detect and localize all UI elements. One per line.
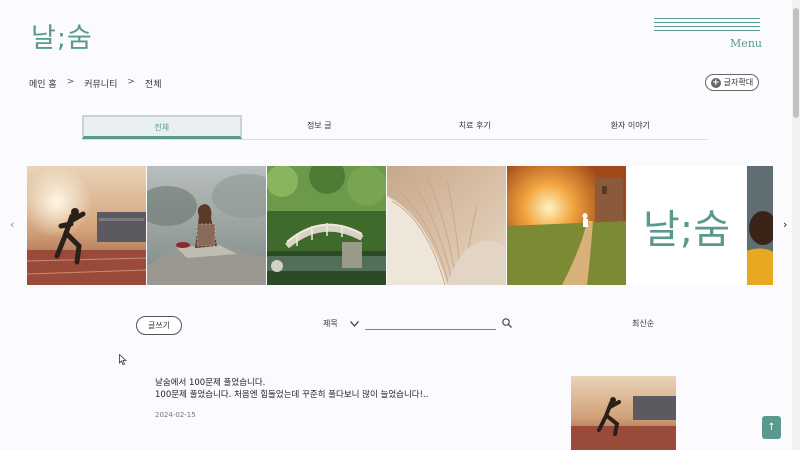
search-field-label: 제목 xyxy=(323,319,338,328)
category-tabs: 전체 정보 글 치료 후기 환자 이야기 xyxy=(82,115,708,140)
woman-on-rock-photo xyxy=(147,166,266,285)
open-book-photo xyxy=(387,166,506,285)
chevron-down-icon xyxy=(349,320,359,327)
menu-label: Menu xyxy=(730,37,762,50)
carousel-logo-text: 날;숨 xyxy=(642,206,731,253)
runner-thumbnail-photo xyxy=(571,376,676,450)
carousel-prev-icon[interactable]: ‹ xyxy=(10,218,14,231)
breadcrumb-home[interactable]: 메인 홈 xyxy=(29,77,57,90)
logo[interactable]: 날;숨 xyxy=(31,16,93,55)
search-input[interactable] xyxy=(365,316,496,330)
carousel-slide[interactable] xyxy=(507,166,626,285)
sort-select[interactable]: 최신순 xyxy=(632,318,654,329)
page-scrollbar[interactable] xyxy=(792,0,800,450)
write-post-button[interactable]: 글쓰기 xyxy=(136,316,182,335)
carousel-next-icon[interactable]: › xyxy=(783,218,787,231)
breadcrumb: 메인 홈 > 커뮤니티 > 전체 xyxy=(29,77,161,90)
sunset-road-photo xyxy=(507,166,626,285)
menu-line xyxy=(654,30,760,31)
post-thumbnail[interactable] xyxy=(571,376,676,450)
search-icon[interactable] xyxy=(502,318,512,328)
text-zoom-button[interactable]: + 글자확대 xyxy=(705,74,759,91)
scroll-to-top-button[interactable]: ↑ xyxy=(762,416,781,439)
mouse-cursor-icon xyxy=(119,354,127,365)
scrollbar-thumb[interactable] xyxy=(793,8,799,118)
menu-line xyxy=(654,22,760,23)
tab-stories[interactable]: 환자 이야기 xyxy=(553,115,709,139)
carousel-slide[interactable] xyxy=(387,166,506,285)
plus-circle-icon: + xyxy=(710,77,721,88)
breadcrumb-community[interactable]: 커뮤니티 xyxy=(84,77,117,90)
breadcrumb-separator: > xyxy=(127,77,135,87)
carousel-slide[interactable] xyxy=(267,166,386,285)
carousel-slide[interactable]: 날;숨 xyxy=(627,166,746,285)
portrait-photo xyxy=(747,166,773,285)
carousel-slide[interactable] xyxy=(147,166,266,285)
tab-all[interactable]: 전체 xyxy=(82,115,242,139)
post-title: 날숨에서 100문제 풀었습니다. xyxy=(155,378,266,388)
text-zoom-label: 글자확대 xyxy=(723,78,754,87)
menu-line xyxy=(654,26,760,27)
image-carousel: 날;숨 xyxy=(27,166,773,285)
carousel-slide[interactable] xyxy=(747,166,773,285)
runner-track-photo xyxy=(27,166,146,285)
post-date: 2024-02-15 xyxy=(155,411,196,419)
menu-button[interactable]: Menu xyxy=(654,18,762,50)
breadcrumb-current: 전체 xyxy=(144,80,162,90)
menu-line xyxy=(654,18,760,19)
search-field-select[interactable]: 제목 xyxy=(323,318,359,329)
post-excerpt: 100문제 풀었습니다. 처음엔 힘들었는데 꾸준히 풀다보니 많이 늘었습니다… xyxy=(155,390,429,400)
post-item[interactable]: 날숨에서 100문제 풀었습니다. 100문제 풀었습니다. 처음엔 힘들었는데… xyxy=(155,377,428,419)
breadcrumb-separator: > xyxy=(66,77,75,87)
tab-info[interactable]: 정보 글 xyxy=(242,115,398,139)
bridge-forest-photo xyxy=(267,166,386,285)
tab-reviews[interactable]: 치료 후기 xyxy=(397,115,553,139)
carousel-slide[interactable] xyxy=(27,166,146,285)
